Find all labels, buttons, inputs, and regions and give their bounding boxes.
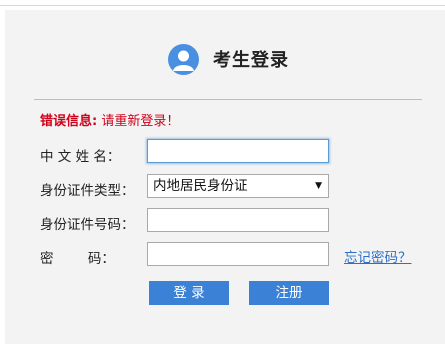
id-number-input[interactable] (147, 208, 329, 232)
error-label: 错误信息: (40, 114, 98, 129)
password-input[interactable] (147, 242, 329, 266)
header-divider (34, 99, 422, 100)
name-label: 中 文 姓 名： (40, 149, 121, 165)
id-type-select[interactable]: 内地居民身份证 ▼ (147, 174, 329, 198)
id-number-label: 身份证件号码： (40, 217, 135, 233)
error-text: 请重新登录！ (97, 114, 180, 129)
id-type-selected-value: 内地居民身份证 (153, 178, 248, 194)
user-avatar-icon (168, 43, 199, 75)
password-label: 密 码： (40, 251, 115, 267)
name-input[interactable] (147, 139, 329, 163)
dropdown-arrow-icon: ▼ (315, 181, 322, 191)
login-button[interactable]: 登 录 (149, 281, 229, 305)
forgot-password-link[interactable]: 忘记密码？ (344, 246, 412, 266)
register-button[interactable]: 注册 (249, 281, 329, 305)
error-message: 错误信息: 请重新登录！ (40, 110, 179, 129)
login-header: 考生登录 (168, 43, 289, 75)
page-title: 考生登录 (213, 50, 289, 71)
id-type-label: 身份证件类型： (40, 183, 135, 199)
top-border (0, 5, 445, 6)
